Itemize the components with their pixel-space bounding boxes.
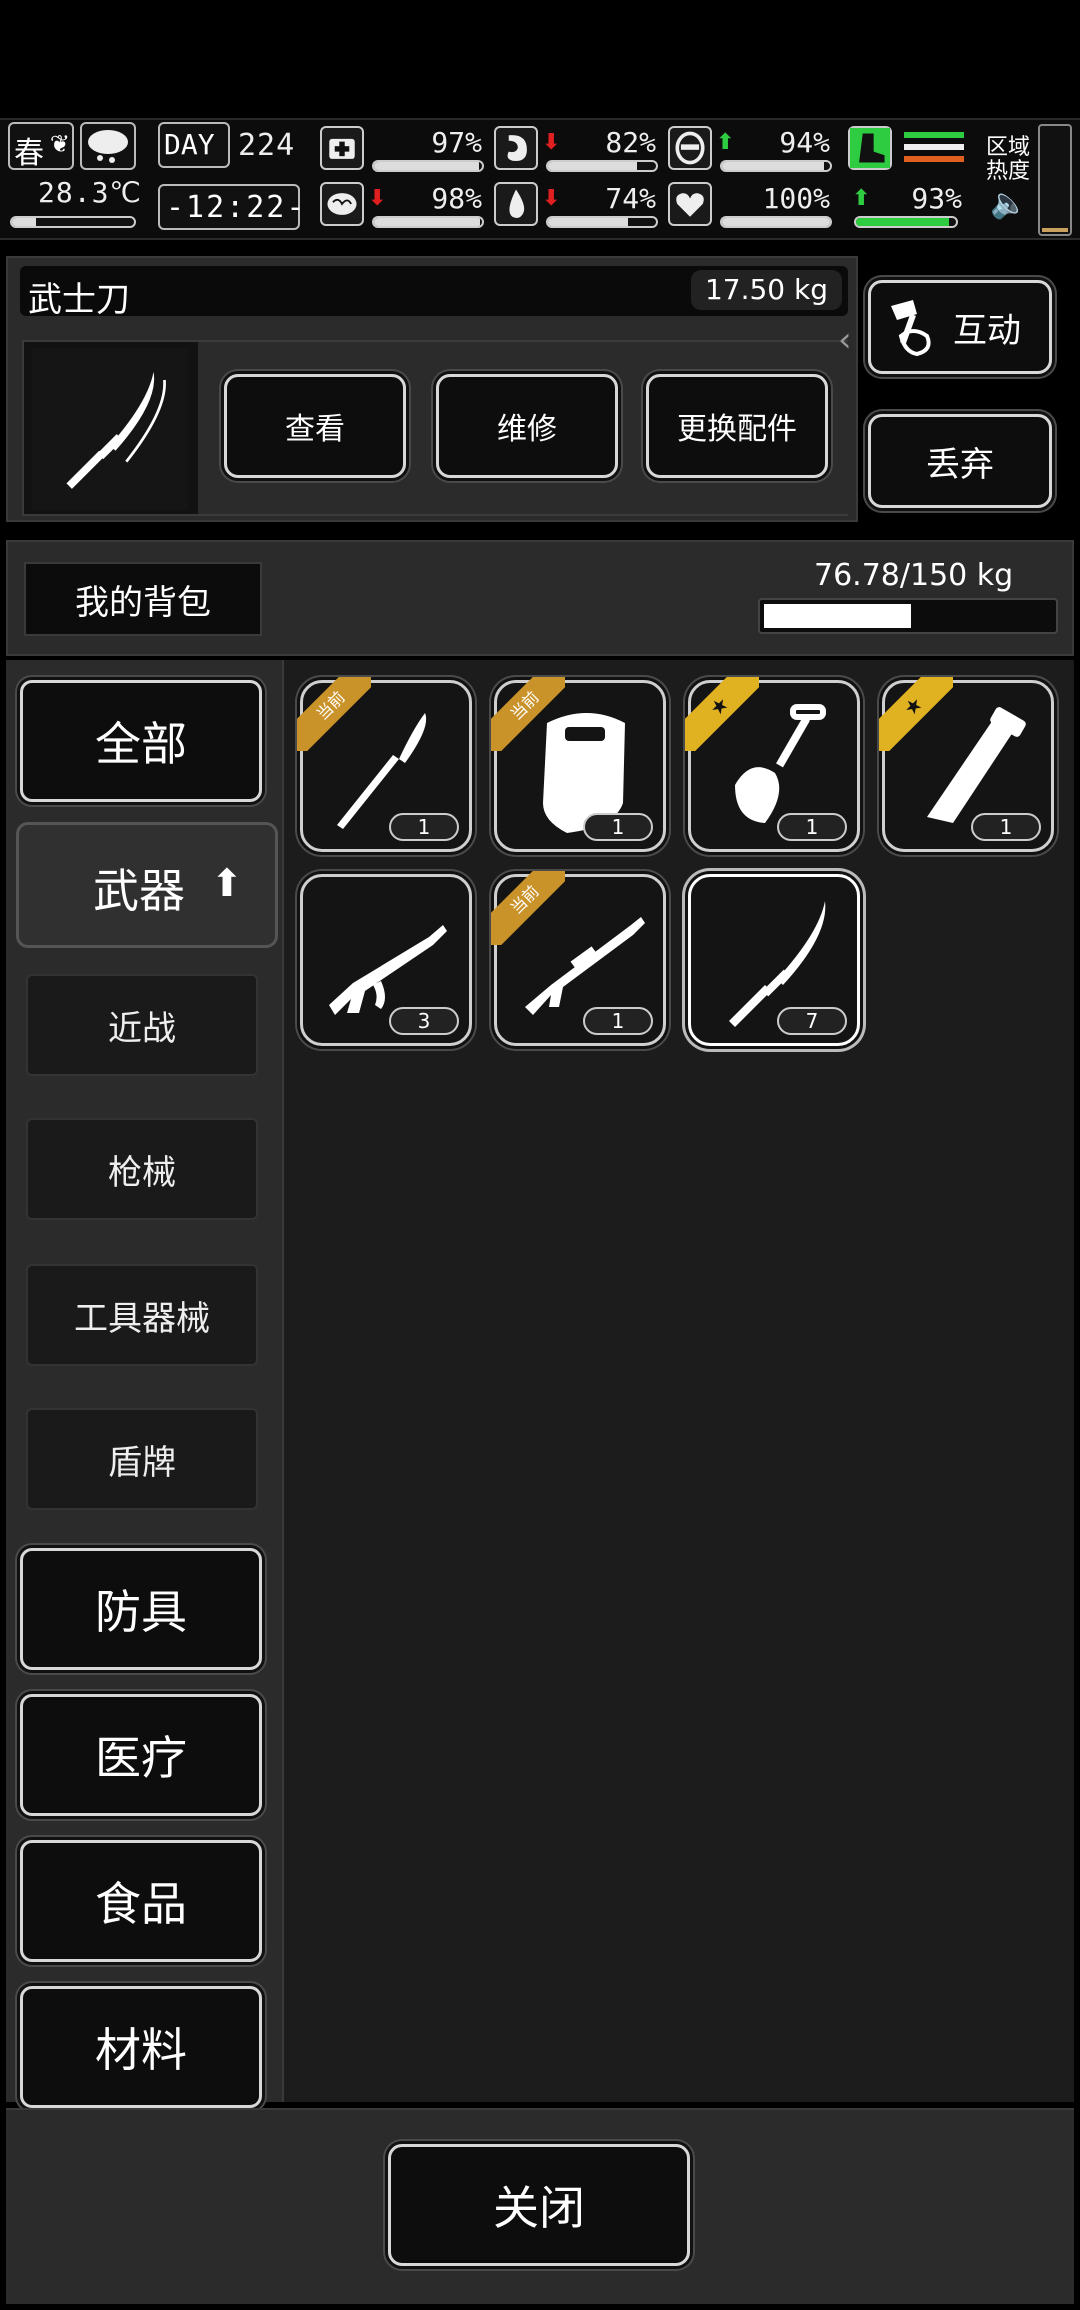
stat-health: 97% (320, 126, 490, 182)
water-drop-icon (494, 182, 538, 226)
item-weight: 17.50 kg (690, 270, 842, 310)
season-label: 春 (14, 136, 44, 171)
discard-button[interactable]: 丢弃 (868, 414, 1052, 508)
category-food[interactable]: 食品 (20, 1840, 262, 1962)
stat-value: 93% (911, 182, 962, 215)
inventory-slot[interactable]: 1 ★ (879, 677, 1054, 852)
category-firearms[interactable]: 枪械 (26, 1118, 258, 1220)
change-attachments-button[interactable]: 更换配件 (646, 374, 828, 478)
stomach-icon (494, 126, 538, 170)
collapse-chevron-icon[interactable]: ‹ (838, 320, 852, 360)
inventory-slot[interactable]: 1 当前 (297, 677, 472, 852)
category-shields[interactable]: 盾牌 (26, 1408, 258, 1510)
stat-bar (372, 160, 484, 172)
katana-icon (66, 371, 166, 489)
stat-bar (720, 216, 832, 228)
leaf-icon: ❦ (49, 130, 70, 158)
zone-heat-label: 区域 热度 (986, 135, 1031, 184)
helmet-icon (668, 126, 712, 170)
equipped-badge: 当前 (491, 677, 565, 751)
clock: -12:22- (166, 190, 307, 225)
item-count: 1 (389, 813, 459, 841)
day-label: DAY (164, 128, 215, 161)
stat-value: 100% (762, 182, 830, 215)
category-tools[interactable]: 工具器械 (26, 1264, 258, 1366)
stat-bar (854, 216, 958, 228)
season-badge: 春 ❦ (8, 122, 74, 171)
stamina-stripes (904, 132, 964, 168)
item-count: 1 (583, 1007, 653, 1035)
interact-label: 互动 (953, 310, 1021, 351)
boot-icon (848, 126, 892, 170)
status-bar: 春 ❦ 28.3℃ DAY 224 -12:22- 97% ⬇ 82% ⬆ 94% ⬇ 98… (0, 118, 1080, 240)
close-button[interactable]: 关闭 (388, 2144, 690, 2266)
stat-value: 74% (605, 182, 656, 215)
day-number: 224 (238, 128, 296, 163)
view-button[interactable]: 查看 (224, 374, 406, 478)
brain-icon (320, 182, 364, 226)
backpack-header: 我的背包 76.78/150 kg (6, 540, 1074, 656)
inventory-slot[interactable]: 1 当前 (491, 677, 666, 852)
zone-heat-meter (1038, 124, 1072, 236)
stat-mind: ⬇ 98% (320, 182, 490, 238)
stat-value: 94% (779, 126, 830, 159)
temperature-bar (10, 216, 136, 228)
collapse-up-arrow-icon: ⬆ (211, 861, 243, 905)
category-medical[interactable]: 医疗 (20, 1694, 262, 1816)
category-armor[interactable]: 防具 (20, 1548, 262, 1670)
category-all[interactable]: 全部 (20, 680, 262, 802)
stat-hunger: ⬇ 82% (494, 126, 664, 182)
item-count: 3 (389, 1007, 459, 1035)
stat-armor: ⬆ 94% (668, 126, 838, 182)
clock-box: -12:22- (158, 184, 304, 230)
backpack-label: 我的背包 (24, 562, 262, 636)
item-count: 7 (777, 1007, 847, 1035)
speaker-icon[interactable]: 🔈 (990, 186, 1027, 221)
item-header: 武士刀 17.50 kg (20, 266, 848, 320)
category-weapons[interactable]: 武器 ⬆ (16, 822, 278, 948)
interact-button[interactable]: 互动 (868, 280, 1052, 374)
equipped-badge: 当前 (297, 677, 371, 751)
item-preview (32, 348, 188, 510)
weather-cloud-icon (80, 122, 136, 170)
stat-value: 97% (431, 126, 482, 159)
stat-thirst: ⬇ 74% (494, 182, 664, 238)
stat-bar (720, 160, 832, 172)
backpack-capacity-bar (758, 598, 1058, 634)
category-melee[interactable]: 近战 (26, 974, 258, 1076)
category-weapons-label: 武器 (93, 864, 185, 918)
inventory-slot[interactable]: 1 ★ (685, 677, 860, 852)
inventory-slot[interactable]: 1 当前 (491, 871, 666, 1046)
temperature: 28.3℃ (38, 176, 142, 209)
day-badge: DAY (158, 122, 230, 168)
item-count: 1 (777, 813, 847, 841)
backpack-weight: 76.78/150 kg (814, 558, 1014, 593)
equipped-badge: 当前 (491, 871, 565, 945)
category-materials[interactable]: 材料 (20, 1986, 262, 2108)
stat-value: 98% (431, 182, 482, 215)
stat-bar (372, 216, 484, 228)
hand-axe-icon (891, 300, 931, 357)
item-count: 1 (583, 813, 653, 841)
favorite-star-badge: ★ (685, 677, 759, 751)
item-name: 武士刀 (28, 280, 130, 320)
stat-value: 82% (605, 126, 656, 159)
favorite-star-badge: ★ (879, 677, 953, 751)
inventory-slot[interactable]: 7 (688, 874, 860, 1046)
item-detail: 查看 维修 更换配件 (22, 340, 848, 516)
item-count: 1 (971, 813, 1041, 841)
stat-mood: 100% (668, 182, 838, 238)
inventory-slot[interactable]: 3 (300, 874, 472, 1046)
selected-item-panel: 武士刀 17.50 kg 查看 维修 更换配件 ‹ (6, 256, 858, 522)
heart-icon (668, 182, 712, 226)
stat-bar (546, 160, 658, 172)
repair-button[interactable]: 维修 (436, 374, 618, 478)
medkit-icon (320, 126, 364, 170)
stat-bar (546, 216, 658, 228)
